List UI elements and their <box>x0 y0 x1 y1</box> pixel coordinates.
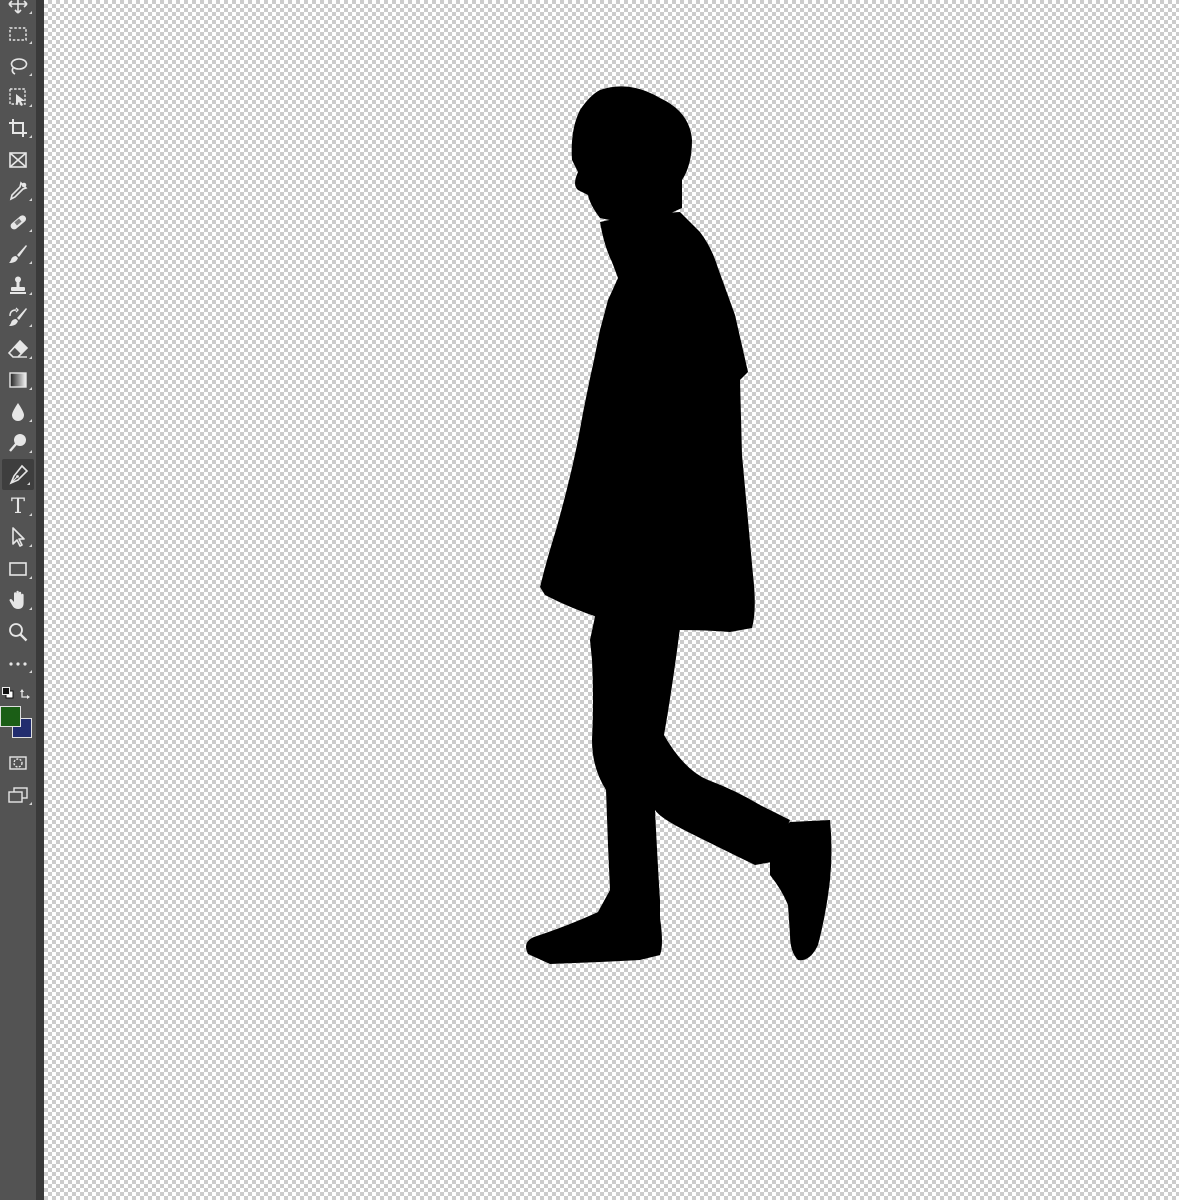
photoshop-window: T <box>0 0 1179 1200</box>
silhouette-head <box>571 86 692 222</box>
silhouette-left-leg <box>526 612 790 964</box>
silhouette-right-shoe <box>770 820 832 961</box>
silhouette-coat <box>540 212 755 632</box>
person-silhouette <box>526 86 832 964</box>
